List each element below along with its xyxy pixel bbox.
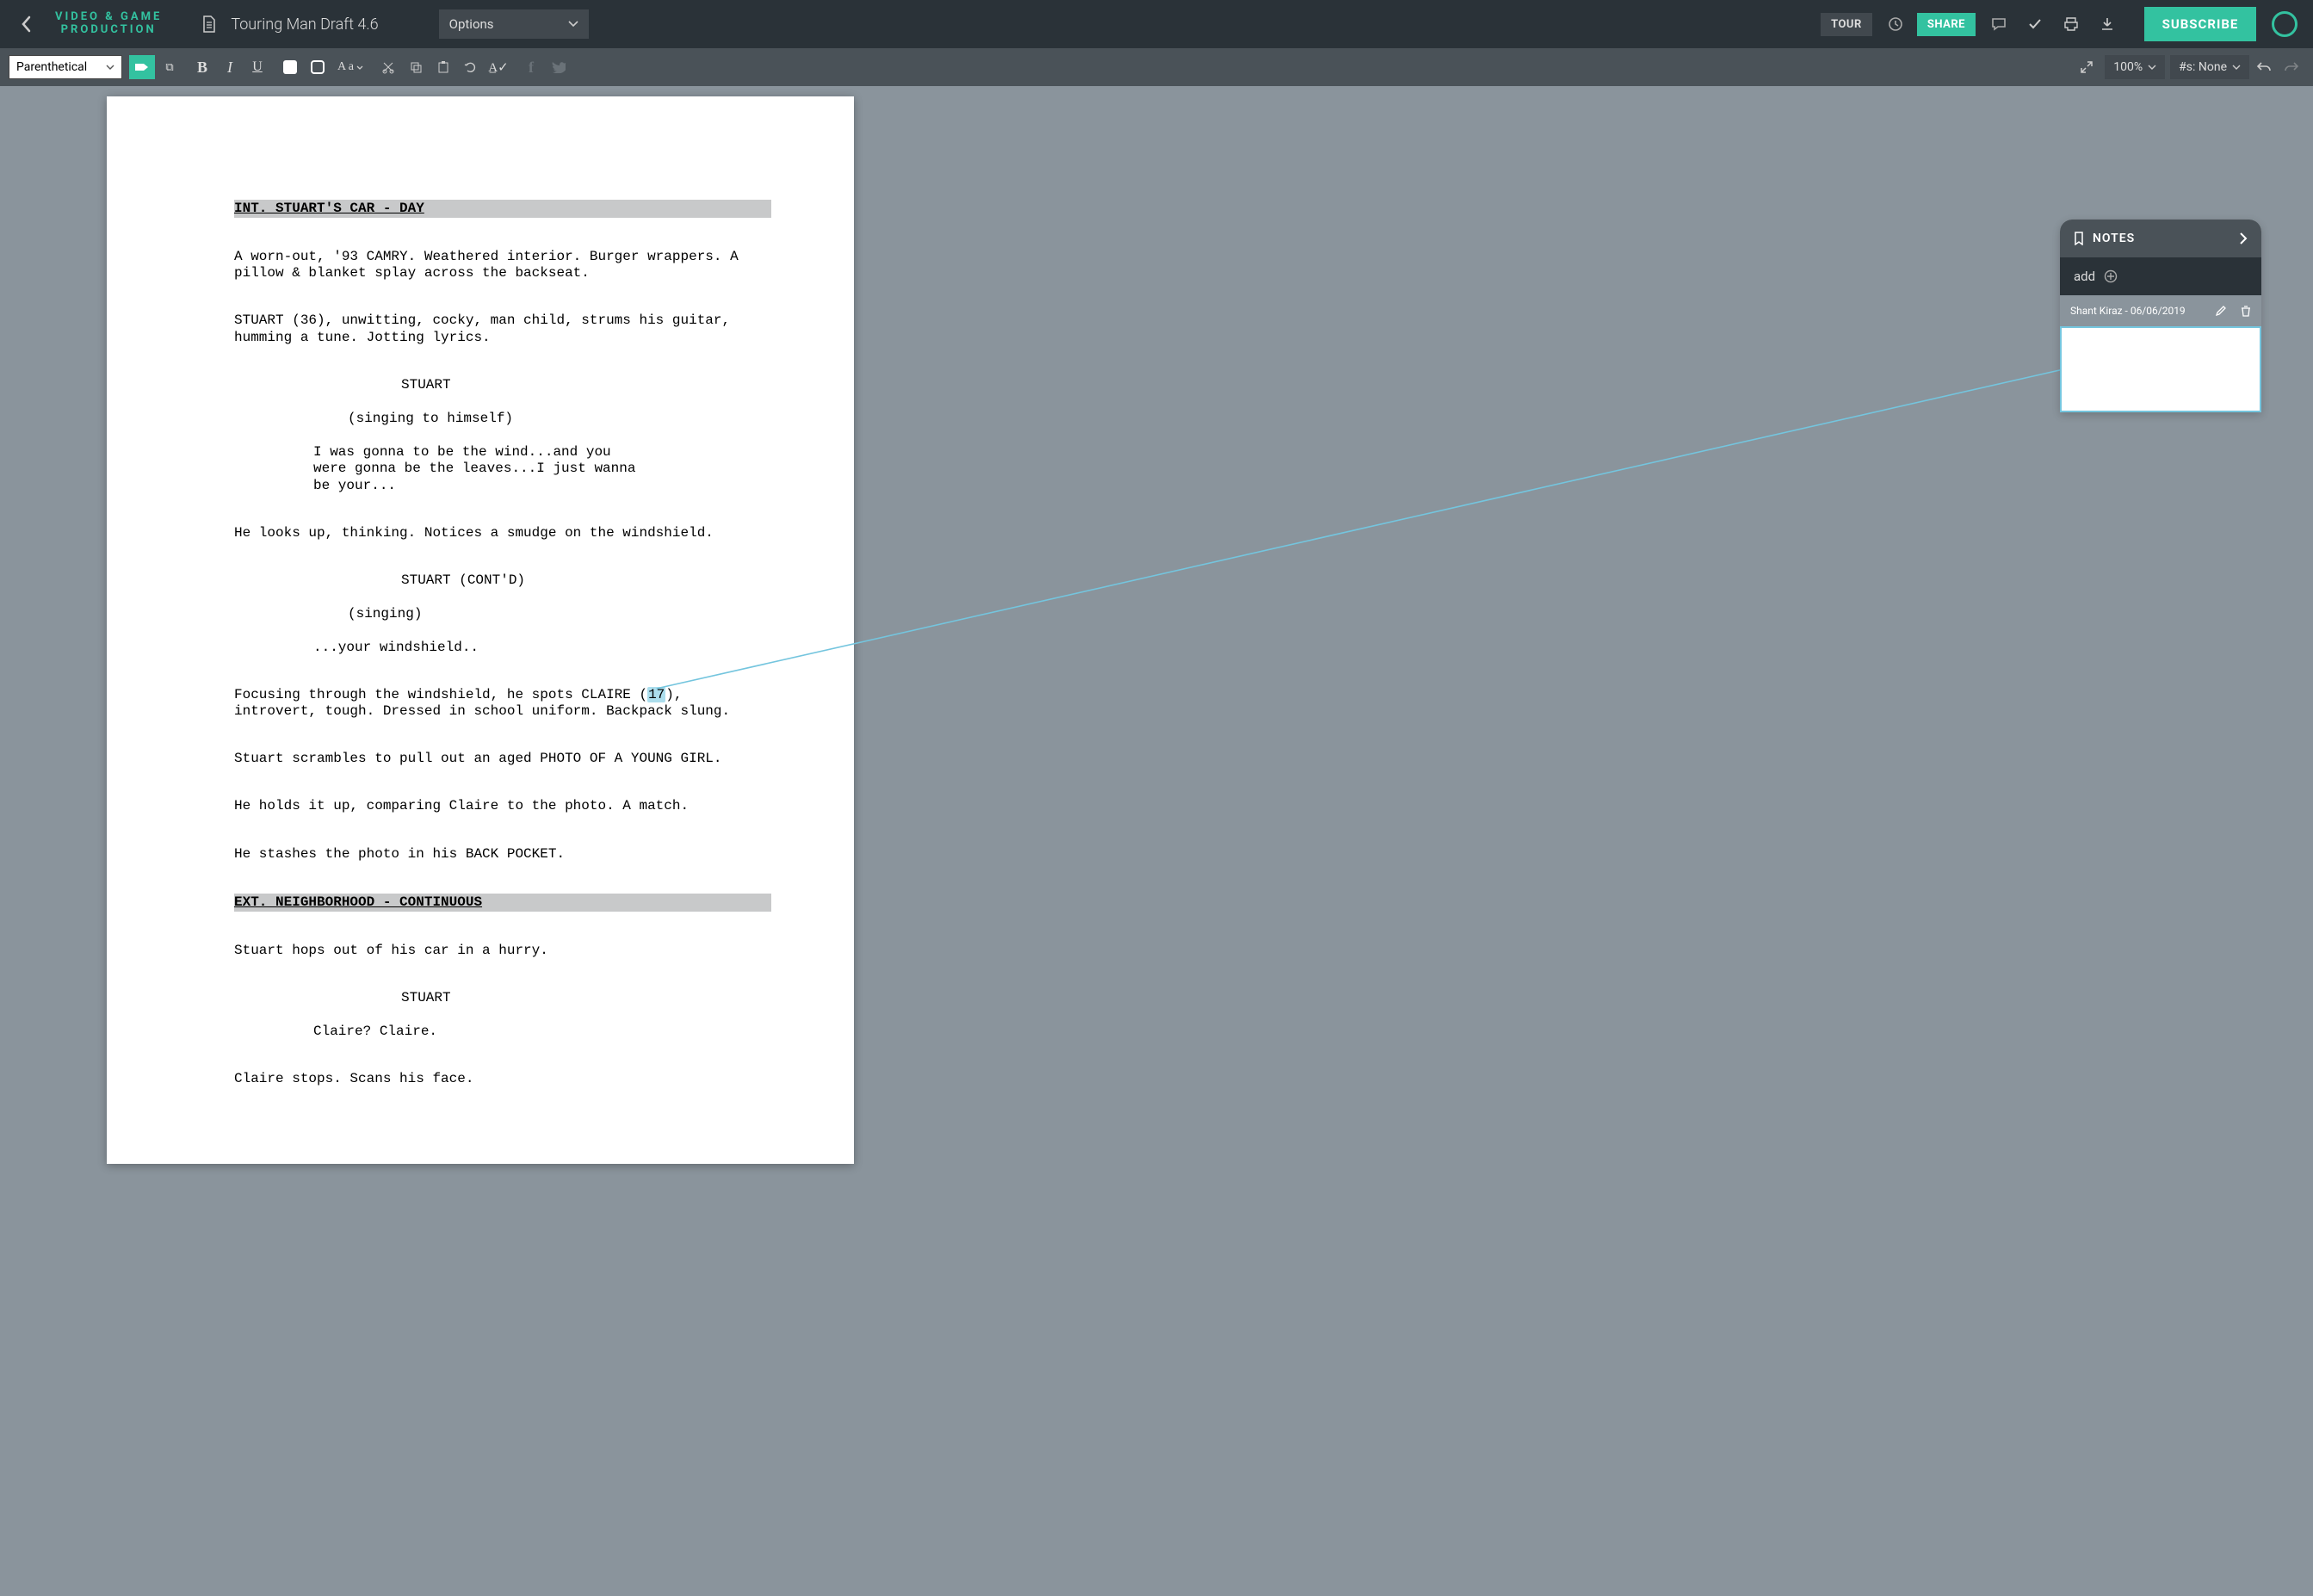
undo-icon[interactable] bbox=[2251, 55, 2277, 79]
action[interactable]: STUART (36), unwitting, cocky, man child… bbox=[234, 312, 771, 346]
action[interactable]: He holds it up, comparing Claire to the … bbox=[234, 798, 771, 815]
subscribe-button[interactable]: SUBSCRIBE bbox=[2144, 7, 2256, 41]
element-type-label: Parenthetical bbox=[16, 60, 87, 74]
options-label: Options bbox=[449, 16, 494, 32]
checkmark-icon[interactable] bbox=[2022, 11, 2048, 37]
highlight-color-white[interactable] bbox=[277, 55, 303, 79]
spellcheck-icon[interactable]: A̲✓ bbox=[485, 55, 511, 79]
italic-button[interactable]: I bbox=[217, 55, 243, 79]
action[interactable]: Focusing through the windshield, he spot… bbox=[234, 687, 771, 721]
document-title: Touring Man Draft 4.6 bbox=[231, 15, 378, 34]
expand-icon[interactable] bbox=[2074, 55, 2100, 79]
find-replace-icon[interactable] bbox=[458, 55, 484, 79]
character[interactable]: STUART (CONT'D) bbox=[234, 572, 771, 590]
twitter-icon[interactable] bbox=[546, 55, 572, 79]
share-button[interactable]: SHARE bbox=[1917, 13, 1976, 36]
action[interactable]: He stashes the photo in his BACK POCKET. bbox=[234, 846, 771, 863]
plus-circle-icon bbox=[2104, 269, 2118, 283]
notes-header[interactable]: NOTES bbox=[2060, 220, 2261, 257]
scene-heading[interactable]: EXT. NEIGHBORHOOD - CONTINUOUS bbox=[234, 894, 771, 912]
parenthetical[interactable]: (singing to himself) bbox=[234, 411, 771, 428]
action[interactable]: Stuart hops out of his car in a hurry. bbox=[234, 943, 771, 960]
action[interactable]: He looks up, thinking. Notices a smudge … bbox=[234, 525, 771, 542]
redo-icon[interactable] bbox=[2279, 55, 2304, 79]
top-bar: VIDEO & GAME PRODUCTION Touring Man Draf… bbox=[0, 0, 2313, 48]
notes-panel: NOTES add Shant Kiraz - 06/06/2019 bbox=[2060, 220, 2261, 412]
add-note-button[interactable]: add bbox=[2060, 257, 2261, 295]
brand-line2: PRODUCTION bbox=[55, 24, 162, 37]
case-dropdown[interactable]: A a bbox=[332, 55, 368, 79]
note-author-date: Shant Kiraz - 06/06/2019 bbox=[2070, 305, 2186, 317]
avatar[interactable] bbox=[2272, 11, 2298, 37]
underline-button[interactable]: U bbox=[244, 55, 270, 79]
brand-line1: VIDEO & GAME bbox=[55, 11, 162, 24]
download-icon[interactable] bbox=[2094, 11, 2120, 37]
action[interactable]: Claire stops. Scans his face. bbox=[234, 1071, 771, 1088]
action[interactable]: Stuart scrambles to pull out an aged PHO… bbox=[234, 751, 771, 768]
scene-numbers-dropdown[interactable]: #s: None bbox=[2170, 55, 2249, 79]
bold-button[interactable]: B bbox=[189, 55, 215, 79]
tag-tool-icon[interactable] bbox=[129, 55, 155, 79]
text-color-black[interactable] bbox=[305, 55, 331, 79]
paste-icon[interactable] bbox=[430, 55, 456, 79]
facebook-icon[interactable]: f bbox=[518, 55, 544, 79]
dual-d-icon[interactable]: ⧉ bbox=[157, 55, 182, 79]
format-toolbar: Parenthetical ⧉ B I U A a A̲✓ bbox=[0, 48, 2313, 86]
notes-title: NOTES bbox=[2093, 232, 2135, 245]
character[interactable]: STUART bbox=[234, 990, 771, 1007]
cut-icon[interactable] bbox=[375, 55, 401, 79]
action[interactable]: A worn-out, '93 CAMRY. Weathered interio… bbox=[234, 249, 771, 282]
dialogue[interactable]: Claire? Claire. bbox=[313, 1024, 637, 1041]
edit-icon[interactable] bbox=[2215, 305, 2227, 317]
trash-icon[interactable] bbox=[2241, 305, 2251, 317]
print-icon[interactable] bbox=[2058, 11, 2084, 37]
character[interactable]: STUART bbox=[234, 377, 771, 394]
chevron-right-icon[interactable] bbox=[2239, 232, 2248, 245]
dialogue[interactable]: I was gonna to be the wind...and you wer… bbox=[313, 444, 637, 495]
document-icon bbox=[201, 15, 217, 34]
scene-heading[interactable]: INT. STUART'S CAR - DAY bbox=[234, 200, 771, 219]
note-meta[interactable]: Shant Kiraz - 06/06/2019 bbox=[2060, 295, 2261, 326]
script-page[interactable]: INT. STUART'S CAR - DAY A worn-out, '93 … bbox=[107, 96, 854, 1164]
copy-icon[interactable] bbox=[403, 55, 429, 79]
history-icon[interactable] bbox=[1883, 11, 1908, 37]
zoom-dropdown[interactable]: 100% bbox=[2105, 55, 2165, 79]
brand-label: VIDEO & GAME PRODUCTION bbox=[55, 11, 162, 37]
note-body[interactable] bbox=[2060, 326, 2261, 412]
dialogue[interactable]: ...your windshield.. bbox=[313, 640, 637, 657]
options-dropdown[interactable]: Options bbox=[439, 9, 589, 39]
document-area[interactable]: INT. STUART'S CAR - DAY A worn-out, '93 … bbox=[0, 86, 2313, 1596]
element-type-dropdown[interactable]: Parenthetical bbox=[9, 55, 122, 79]
note-anchor[interactable]: 17 bbox=[647, 687, 665, 702]
add-label: add bbox=[2074, 269, 2095, 284]
tour-button[interactable]: TOUR bbox=[1821, 13, 1872, 36]
back-button[interactable] bbox=[15, 13, 38, 35]
comment-icon[interactable] bbox=[1986, 11, 2012, 37]
bookmark-icon bbox=[2074, 232, 2084, 245]
parenthetical[interactable]: (singing) bbox=[234, 606, 771, 623]
